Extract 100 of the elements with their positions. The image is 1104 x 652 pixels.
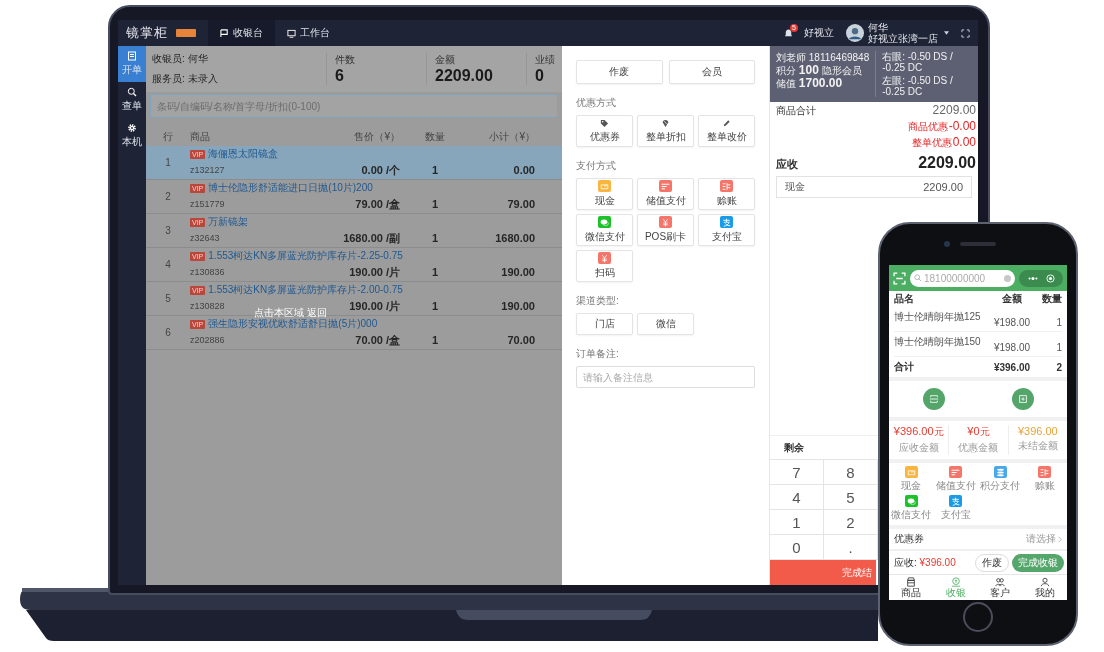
scan-button[interactable]: [922, 388, 945, 410]
channel-button[interactable]: 微信: [637, 313, 694, 335]
payment-method-button[interactable]: 微信支付: [889, 495, 934, 522]
staff-label: 服务员: 未录入: [152, 72, 219, 86]
summary-value: -0.00: [948, 119, 976, 133]
payment-method-button[interactable]: 现金: [576, 178, 633, 210]
plus-icon: [1017, 394, 1028, 404]
discount-button[interactable]: 整单改价: [698, 115, 755, 147]
sidebar-item[interactable]: 本机: [118, 118, 146, 154]
keypad-key[interactable]: 4: [770, 485, 824, 510]
table-cell-text: 0.00 /个: [360, 162, 400, 178]
coupon-row[interactable]: 优惠券 请选择: [889, 529, 1067, 549]
product-code: z202886: [190, 335, 226, 345]
due-amount: 应收: ¥396.00: [894, 555, 956, 570]
payment-method-button[interactable]: 现金: [889, 466, 934, 493]
section-title: 支付方式: [576, 159, 617, 173]
prescription: 左眼: -0.50 DS / -0.25 DC: [882, 75, 954, 97]
amount-value: ¥396.00: [1017, 425, 1058, 437]
table-cell-text: 1: [430, 334, 440, 346]
payment-method-button[interactable]: 积分支付: [978, 466, 1023, 493]
search-icon: [914, 274, 922, 282]
table-cell-text: 1: [430, 266, 440, 278]
more-icon[interactable]: [1026, 274, 1039, 282]
table-cell-text: 2: [1055, 361, 1062, 373]
action-button[interactable]: 作废: [576, 60, 663, 84]
payment-method-button[interactable]: 支付宝: [698, 214, 755, 246]
remaining-label: 剩余: [784, 440, 804, 455]
scan-icon[interactable]: [893, 271, 906, 285]
product-code: z32643: [190, 233, 221, 243]
avatar-icon[interactable]: [846, 24, 864, 42]
caret-icon[interactable]: [944, 31, 949, 35]
payment-method-button[interactable]: 储值支付: [637, 178, 694, 210]
tab-bar-item[interactable]: 商品: [889, 575, 934, 600]
payment-method-button[interactable]: 储值支付: [933, 466, 978, 493]
target-icon[interactable]: [1046, 273, 1056, 283]
note-field[interactable]: 请输入备注信息: [576, 366, 755, 388]
amount-value: ¥396.00元: [893, 425, 944, 439]
tab-bar-item[interactable]: 我的: [1022, 575, 1067, 600]
stat-label: 业绩: [535, 53, 556, 67]
table-cell-text: ¥198.00: [992, 317, 1032, 328]
table-cell-text: 1: [1055, 317, 1062, 328]
people-icon: [995, 577, 1006, 587]
column-header: 行: [162, 130, 174, 144]
coin-icon: [950, 577, 961, 587]
product-code: z151779: [190, 199, 226, 209]
summary-label: 整单优惠: [911, 136, 952, 150]
document-icon: [127, 51, 137, 61]
table-cell-text: 190.00 /片: [348, 264, 400, 280]
pencil-icon: [722, 118, 731, 128]
pin-icon: [661, 118, 670, 128]
table-cell-text: 190.00: [500, 300, 535, 312]
person-icon: [1039, 577, 1050, 587]
add-item-button[interactable]: [1011, 388, 1034, 410]
keypad-key[interactable]: 7: [770, 460, 824, 485]
payment-method-button[interactable]: 赊账: [1022, 466, 1067, 493]
search-input[interactable]: 18100000000: [924, 272, 1002, 284]
payment-method-button[interactable]: 支付宝: [933, 495, 978, 522]
search-field[interactable]: 18100000000: [910, 269, 1015, 287]
amount-label: 未结金额: [1017, 439, 1058, 453]
table-cell-text: 1: [430, 164, 440, 176]
keypad-key[interactable]: 1: [770, 510, 824, 535]
discount-button[interactable]: 整单折扣: [637, 115, 694, 147]
payment-method-button[interactable]: 微信支付: [576, 214, 633, 246]
product-code: z132127: [190, 165, 226, 175]
line-number: 5: [164, 292, 172, 304]
flag-icon: [220, 28, 229, 38]
line-number: 4: [164, 258, 172, 270]
table-cell-text: 79.00: [506, 198, 535, 210]
bell-icon[interactable]: [783, 27, 794, 39]
channel-button[interactable]: 门店: [576, 313, 633, 335]
line-number: 6: [164, 326, 172, 338]
version-tag: [176, 29, 196, 37]
nav-tab[interactable]: 收银台: [208, 20, 275, 46]
home-button[interactable]: [963, 602, 993, 632]
product-code: z130828: [190, 301, 226, 311]
column-header: 小计（¥）: [488, 130, 535, 144]
amount-label: 优惠金额: [958, 441, 999, 455]
member-balance: 储值 1700.00: [776, 77, 844, 90]
product-code: z130836: [190, 267, 226, 277]
fullscreen-icon[interactable]: [961, 28, 970, 38]
payment-method-button[interactable]: 赊账: [698, 178, 755, 210]
staff-label: 收银员: 何华: [152, 52, 209, 66]
stat-value: 6: [335, 67, 345, 85]
payment-method-button[interactable]: 扫码: [576, 250, 633, 282]
void-button[interactable]: 作废: [975, 553, 1009, 572]
tab-bar-item[interactable]: 客户: [978, 575, 1023, 600]
nav-tab[interactable]: 工作台: [275, 20, 342, 46]
amount-label: 应收金额: [898, 441, 939, 455]
due-value: 2209.00: [918, 154, 976, 172]
table-cell-text: ¥396.00: [992, 361, 1032, 373]
payment-method-button[interactable]: POS刷卡: [637, 214, 694, 246]
table-cell-text: 79.00 /盒: [354, 196, 400, 212]
table-cell-text: 190.00: [500, 266, 535, 278]
table-cell-text: 70.00: [506, 334, 535, 346]
table-cell-text: 1680.00 /副: [342, 230, 400, 246]
sidebar-item[interactable]: 查单: [118, 82, 146, 118]
section-title: 优惠方式: [576, 96, 617, 110]
action-button[interactable]: 会员: [668, 60, 755, 84]
column-header: 商品: [190, 130, 211, 144]
discount-button[interactable]: 优惠券: [576, 115, 633, 147]
